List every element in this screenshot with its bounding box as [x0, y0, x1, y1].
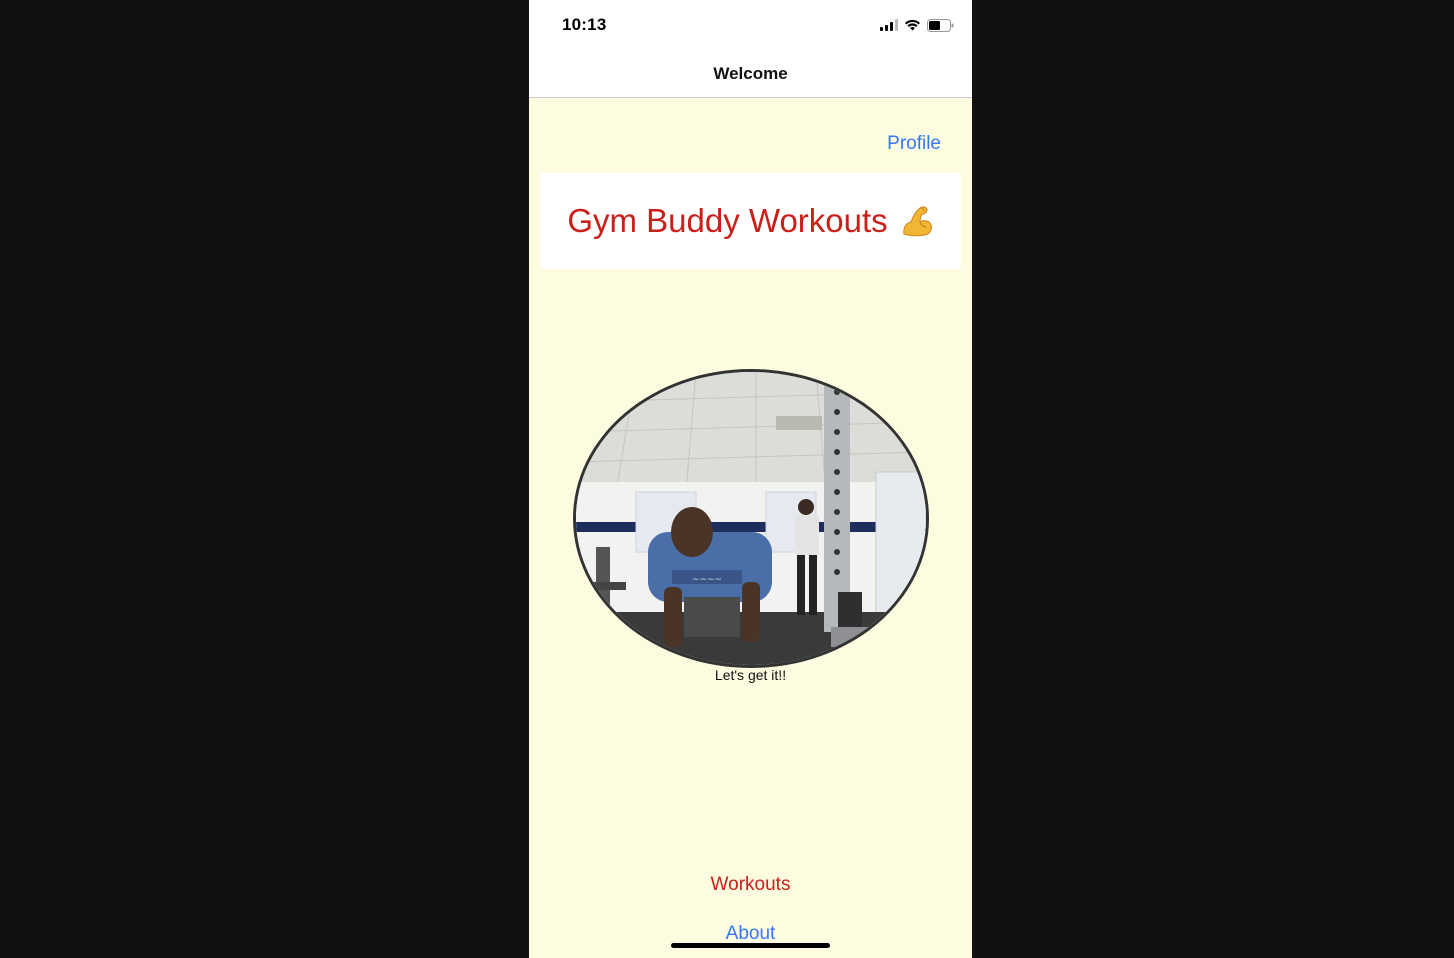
- wifi-icon: [904, 19, 921, 31]
- photo-caption: Let's get it!!: [714, 667, 787, 683]
- phone-screen: 10:13 Welcome Profile Gym Buddy Workouts…: [529, 0, 972, 958]
- navigation-bar: Welcome: [529, 50, 972, 98]
- nav-title: Welcome: [713, 64, 788, 83]
- status-bar: 10:13: [529, 0, 972, 50]
- home-indicator[interactable]: [671, 943, 830, 948]
- svg-text:~~~~: ~~~~: [692, 575, 722, 585]
- battery-icon: [927, 18, 954, 32]
- app-title: Gym Buddy Workouts: [567, 202, 888, 239]
- gym-photo: ~~~~: [573, 369, 929, 668]
- workouts-button[interactable]: Workouts: [529, 874, 972, 896]
- cellular-signal-icon: [880, 19, 898, 31]
- profile-button[interactable]: Profile: [887, 133, 941, 155]
- flexed-biceps-icon: [900, 204, 934, 238]
- status-icons: [880, 17, 954, 33]
- status-time: 10:13: [562, 15, 607, 34]
- about-button[interactable]: About: [529, 923, 972, 945]
- title-card: Gym Buddy Workouts: [540, 173, 961, 269]
